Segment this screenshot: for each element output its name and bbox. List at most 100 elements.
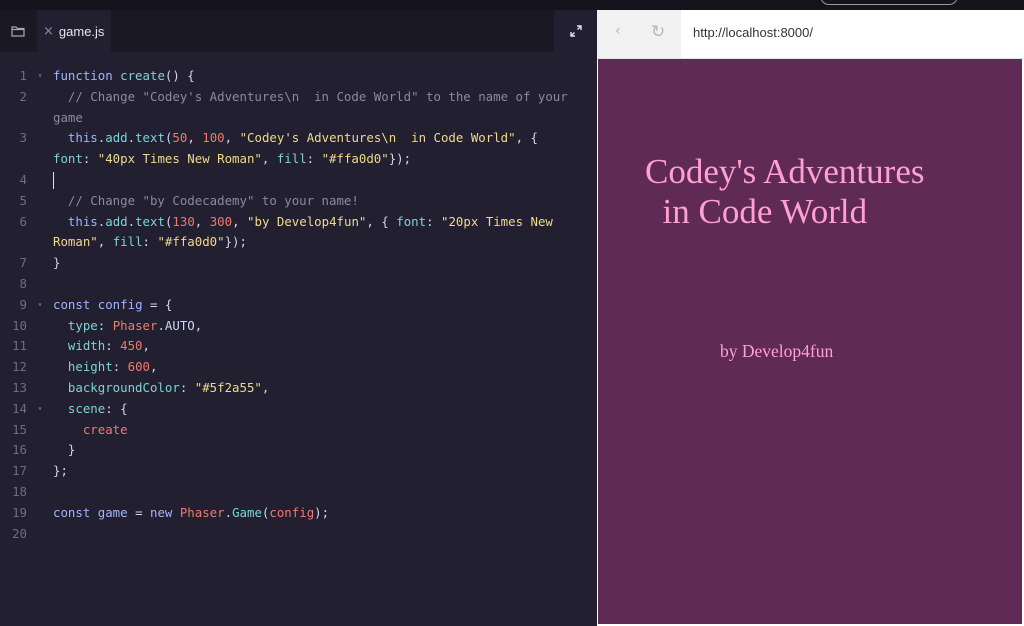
code-token: function [53,68,121,83]
code-token: new [150,504,180,520]
line-number: 15 [12,421,27,437]
code-token: }; [53,463,68,479]
back-icon[interactable]: ‹ [615,23,621,39]
code-line[interactable]: 5 // Change "by Codecademy" to your name… [0,191,597,212]
code-token: type [53,317,98,333]
code-token: : [179,379,195,395]
code-token: } [53,442,76,458]
fold-gutter [27,503,53,524]
code-token: . [127,213,136,229]
expand-button[interactable] [554,10,597,52]
code-token: . [224,504,233,520]
fold-arrow-icon[interactable]: ▾ [27,66,53,87]
code-line[interactable]: 20 [0,524,597,545]
code-line[interactable]: 18 [0,482,597,503]
code-line[interactable]: 7} [0,253,597,274]
code-token: 130 [172,213,195,229]
nav-buttons: ‹ ↻ [597,10,681,58]
top-pill-button[interactable] [820,0,958,5]
code-token: Phaser [112,317,158,333]
line-text: } [53,440,75,461]
code-token: Phaser [179,504,225,520]
code-token: "#ffa0d0" [321,151,389,167]
line-text: // Change "by Codecademy" to your name! [53,191,359,212]
code-line[interactable]: 8 [0,274,597,295]
line-text: height: 600, [53,357,158,378]
game-canvas[interactable]: Codey's Adventures in Code World by Deve… [598,59,1022,624]
line-number: 1 [19,68,27,83]
top-strip [0,0,1024,10]
game-byline: by Develop4fun [720,341,834,361]
code-line[interactable]: 9 ▾ const config = { [0,295,597,316]
line-number: 19 [12,504,27,520]
line-number: 17 [12,463,27,479]
code-line[interactable]: 1 ▾ function create() { [0,66,597,87]
text-cursor [53,171,54,189]
code-token: : [97,317,113,333]
code-line[interactable]: 17}; [0,461,597,482]
reload-icon[interactable]: ↻ [651,22,665,42]
line-text: this.add.text(130, 300, "by Develop4fun"… [53,212,553,233]
code-token: scene [53,400,106,416]
editor-tab-bar: × game.js [0,10,597,52]
code-token: Game [232,504,262,520]
line-text: const game = new Phaser.Game(config); [53,503,329,524]
line-text [53,170,54,191]
code-token: const [53,296,98,312]
line-text: create [53,420,128,441]
line-number: 11 [12,338,27,354]
fold-gutter [27,524,53,545]
folder-icon [11,26,25,37]
code-line[interactable]: 13 backgroundColor: "#5f2a55", [0,378,597,399]
code-token: , { [366,213,397,229]
code-token: text [135,213,165,229]
code-token: const [53,504,98,520]
code-token: , [224,130,240,146]
code-token: , [150,359,158,375]
code-token: 100 [202,130,225,146]
line-number: 10 [12,317,27,333]
code-line[interactable]: 3 this.add.text(50, 100, "Codey's Advent… [0,128,597,149]
code-token: : [426,213,441,229]
code-token: : [82,151,98,167]
line-number: 2 [19,88,27,104]
code-token: backgroundColor [53,379,180,395]
fold-arrow-icon[interactable]: ▾ [27,295,53,316]
fold-gutter [27,274,53,295]
code-line[interactable]: 12 height: 600, [0,357,597,378]
file-tree-button[interactable] [0,10,36,52]
code-line[interactable]: 11 width: 450, [0,336,597,357]
code-line[interactable]: Roman", fill: "#ffa0d0"}); [0,232,597,253]
fold-arrow-icon[interactable]: ▾ [27,399,53,420]
code-token: .AUTO, [157,317,203,333]
line-text: } [53,253,60,274]
fold-gutter [27,316,53,337]
code-line[interactable]: font: "40px Times New Roman", fill: "#ff… [0,149,597,170]
fold-gutter [27,253,53,274]
line-number [0,232,27,253]
code-line[interactable]: game [0,108,597,129]
code-line[interactable]: 14 ▾ scene: { [0,399,597,420]
code-token: // Change "by Codecademy" to your name! [53,192,359,208]
code-line[interactable]: 10 type: Phaser.AUTO, [0,316,597,337]
close-tab-icon[interactable]: × [43,24,54,39]
code-token: text [135,130,165,146]
line-number: 5 [19,192,27,208]
code-line[interactable]: 19 const game = new Phaser.Game(config); [0,503,597,524]
code-editor: × game.js 1 ▾ function create() {2 // Chan… [0,10,597,626]
url-bar[interactable]: http://localhost:8000/ [693,25,813,40]
code-line[interactable]: 4 [0,170,597,191]
code-token: , [142,338,150,354]
code-line[interactable]: 16 } [0,440,597,461]
line-number: 18 [12,483,27,499]
line-text: const config = { [53,295,172,316]
code-line[interactable]: 15 create [0,420,597,441]
line-text: game [53,108,83,129]
code-area[interactable]: 1 ▾ function create() {2 // Change "Codey'… [0,66,597,544]
tab-game-js[interactable]: × game.js [37,10,111,52]
code-line[interactable]: 6 this.add.text(130, 300, "by Develop4fu… [0,212,597,233]
code-line[interactable]: 2 // Change "Codey's Adventures\n in Cod… [0,87,597,108]
line-text: function create() { [53,66,195,87]
fold-gutter [27,420,53,441]
expand-icon [569,25,582,37]
